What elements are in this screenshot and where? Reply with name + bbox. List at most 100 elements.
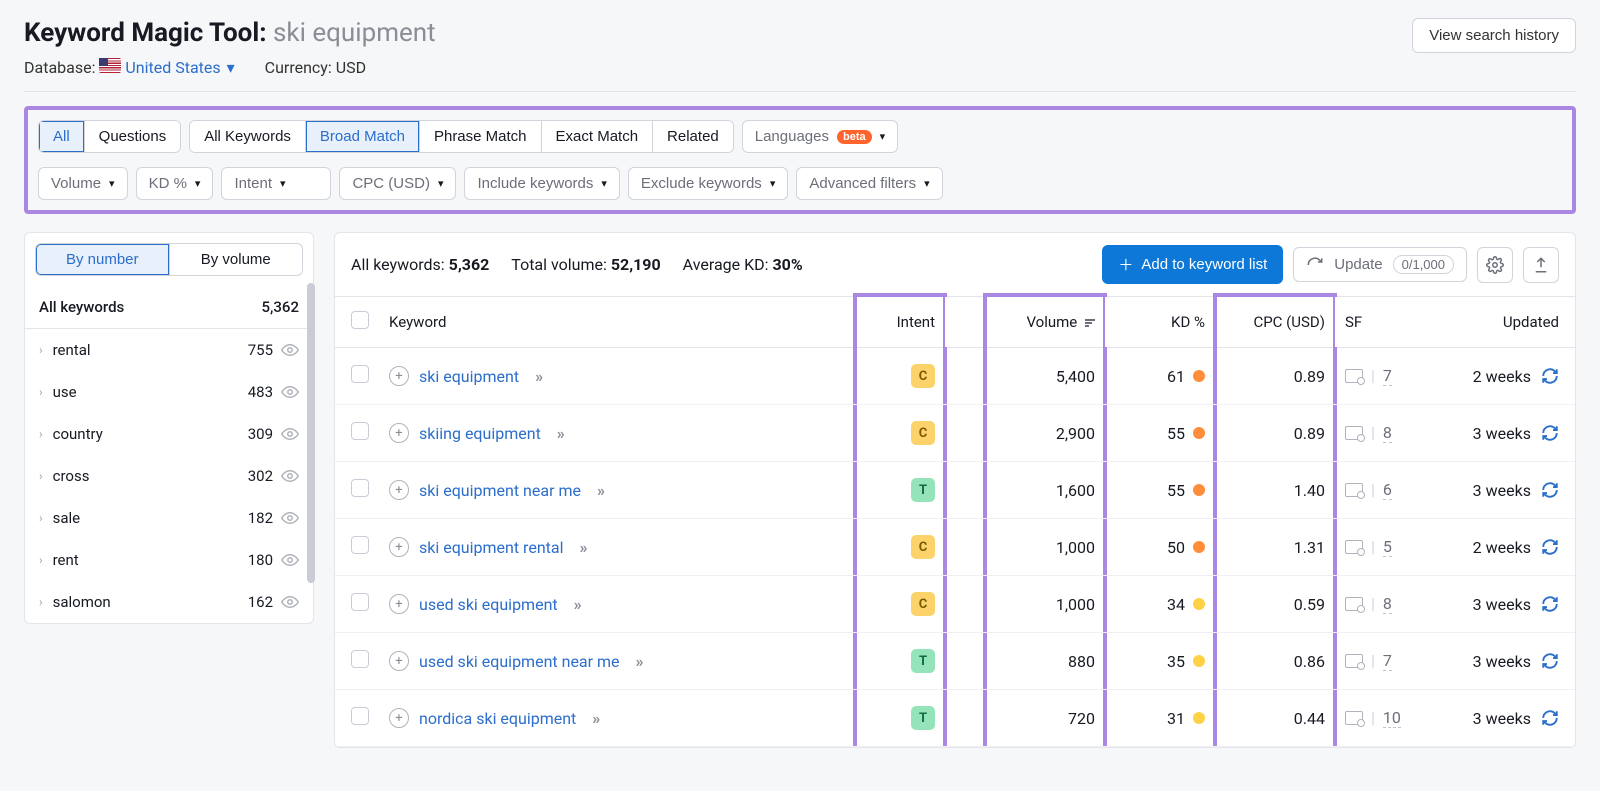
- row-checkbox[interactable]: [351, 707, 369, 725]
- add-keyword-icon[interactable]: +: [389, 366, 409, 386]
- keyword-link[interactable]: ski equipment near me: [419, 481, 581, 500]
- seg-all[interactable]: All: [39, 121, 85, 152]
- seg-questions[interactable]: Questions: [85, 121, 181, 152]
- filter-intent[interactable]: Intent▾: [221, 167, 331, 200]
- col-keyword[interactable]: Keyword: [379, 297, 855, 348]
- expand-icon[interactable]: »: [579, 538, 584, 557]
- filter-exclude[interactable]: Exclude keywords▾: [628, 167, 788, 200]
- col-intent[interactable]: Intent: [855, 297, 945, 348]
- keyword-link[interactable]: nordica ski equipment: [419, 709, 576, 728]
- filter-row-2: Volume▾ KD %▾ Intent▾ CPC (USD)▾ Include…: [38, 167, 1562, 200]
- add-keyword-icon[interactable]: +: [389, 594, 409, 614]
- keyword-link[interactable]: ski equipment: [419, 367, 519, 386]
- seg-exact-match[interactable]: Exact Match: [542, 121, 654, 152]
- col-sf[interactable]: SF: [1335, 297, 1425, 348]
- sidebar-sort-seg: By number By volume: [25, 233, 313, 286]
- filter-include[interactable]: Include keywords▾: [464, 167, 619, 200]
- sf-cell[interactable]: |8: [1345, 594, 1392, 614]
- row-checkbox[interactable]: [351, 365, 369, 383]
- group-count: 483: [248, 383, 273, 401]
- chevron-down-icon: ▾: [109, 177, 115, 190]
- update-button[interactable]: Update 0/1,000: [1293, 247, 1467, 282]
- col-volume[interactable]: Volume: [985, 297, 1105, 348]
- header-subline: Database: United States ▾ Currency: USD: [24, 58, 436, 77]
- row-checkbox[interactable]: [351, 650, 369, 668]
- expand-icon[interactable]: »: [597, 481, 602, 500]
- sidebar-group-country[interactable]: ›country 309: [25, 413, 313, 455]
- expand-icon[interactable]: »: [574, 595, 579, 614]
- sidebar-group-sale[interactable]: ›sale 182: [25, 497, 313, 539]
- select-all-checkbox[interactable]: [351, 311, 369, 329]
- sort-by-volume[interactable]: By volume: [170, 243, 304, 276]
- refresh-row-button[interactable]: [1541, 367, 1559, 385]
- expand-icon[interactable]: »: [592, 709, 597, 728]
- filter-advanced[interactable]: Advanced filters▾: [796, 167, 942, 200]
- seg-related[interactable]: Related: [653, 121, 733, 152]
- add-to-list-button[interactable]: ＋ Add to keyword list: [1102, 245, 1283, 284]
- row-checkbox[interactable]: [351, 593, 369, 611]
- add-keyword-icon[interactable]: +: [389, 651, 409, 671]
- row-checkbox[interactable]: [351, 536, 369, 554]
- database-link[interactable]: United States ▾: [125, 58, 234, 77]
- refresh-row-button[interactable]: [1541, 538, 1559, 556]
- sf-cell[interactable]: |6: [1345, 480, 1392, 500]
- refresh-row-button[interactable]: [1541, 595, 1559, 613]
- keyword-link[interactable]: used ski equipment: [419, 595, 558, 614]
- row-checkbox[interactable]: [351, 479, 369, 497]
- col-kd[interactable]: KD %: [1105, 297, 1215, 348]
- sf-cell[interactable]: |5: [1345, 537, 1392, 557]
- sidebar-group-salomon[interactable]: ›salomon 162: [25, 581, 313, 623]
- eye-icon[interactable]: [281, 383, 299, 401]
- add-keyword-icon[interactable]: +: [389, 708, 409, 728]
- keyword-link[interactable]: ski equipment rental: [419, 538, 563, 557]
- database-selector[interactable]: Database: United States ▾: [24, 58, 235, 77]
- seg-broad-match[interactable]: Broad Match: [306, 121, 420, 152]
- sf-cell[interactable]: |7: [1345, 366, 1392, 386]
- sf-cell[interactable]: |8: [1345, 423, 1392, 443]
- sidebar-group-cross[interactable]: ›cross 302: [25, 455, 313, 497]
- languages-filter[interactable]: Languages beta ▾: [742, 120, 898, 153]
- seg-all-keywords[interactable]: All Keywords: [190, 121, 306, 152]
- kd-cell: 34: [1167, 595, 1205, 614]
- settings-button[interactable]: [1477, 247, 1513, 283]
- sort-by-number[interactable]: By number: [35, 243, 170, 276]
- sidebar-scrollbar[interactable]: [307, 283, 315, 583]
- view-history-button[interactable]: View search history: [1412, 18, 1576, 53]
- add-keyword-icon[interactable]: +: [389, 537, 409, 557]
- expand-icon[interactable]: »: [636, 652, 641, 671]
- eye-icon[interactable]: [281, 551, 299, 569]
- export-button[interactable]: [1523, 247, 1559, 283]
- sidebar-group-rent[interactable]: ›rent 180: [25, 539, 313, 581]
- row-checkbox[interactable]: [351, 422, 369, 440]
- seg-phrase-match[interactable]: Phrase Match: [420, 121, 542, 152]
- keyword-link[interactable]: used ski equipment near me: [419, 652, 620, 671]
- col-updated[interactable]: Updated: [1425, 297, 1575, 348]
- expand-icon[interactable]: »: [535, 367, 540, 386]
- filter-cpc[interactable]: CPC (USD)▾: [339, 167, 456, 200]
- eye-icon[interactable]: [281, 425, 299, 443]
- sf-cell[interactable]: |10: [1345, 708, 1401, 728]
- sidebar-group-rental[interactable]: ›rental 755: [25, 329, 313, 371]
- title-label: Keyword Magic Tool:: [24, 18, 267, 48]
- col-cpc[interactable]: CPC (USD): [1215, 297, 1335, 348]
- sort-desc-icon: [1085, 319, 1095, 327]
- eye-icon[interactable]: [281, 593, 299, 611]
- keyword-link[interactable]: skiing equipment: [419, 424, 541, 443]
- expand-icon[interactable]: »: [557, 424, 562, 443]
- refresh-row-button[interactable]: [1541, 652, 1559, 670]
- col-spacer: [945, 297, 985, 348]
- filter-volume[interactable]: Volume▾: [38, 167, 128, 200]
- refresh-row-button[interactable]: [1541, 709, 1559, 727]
- add-keyword-icon[interactable]: +: [389, 423, 409, 443]
- eye-icon[interactable]: [281, 467, 299, 485]
- add-keyword-icon[interactable]: +: [389, 480, 409, 500]
- filter-kd[interactable]: KD %▾: [136, 167, 214, 200]
- eye-icon[interactable]: [281, 341, 299, 359]
- eye-icon[interactable]: [281, 509, 299, 527]
- refresh-row-button[interactable]: [1541, 424, 1559, 442]
- refresh-row-button[interactable]: [1541, 481, 1559, 499]
- sf-cell[interactable]: |7: [1345, 651, 1392, 671]
- sidebar-all-keywords[interactable]: All keywords 5,362: [25, 286, 313, 329]
- sidebar-group-use[interactable]: ›use 483: [25, 371, 313, 413]
- results-topbar: All keywords: 5,362 Total volume: 52,190…: [335, 233, 1575, 296]
